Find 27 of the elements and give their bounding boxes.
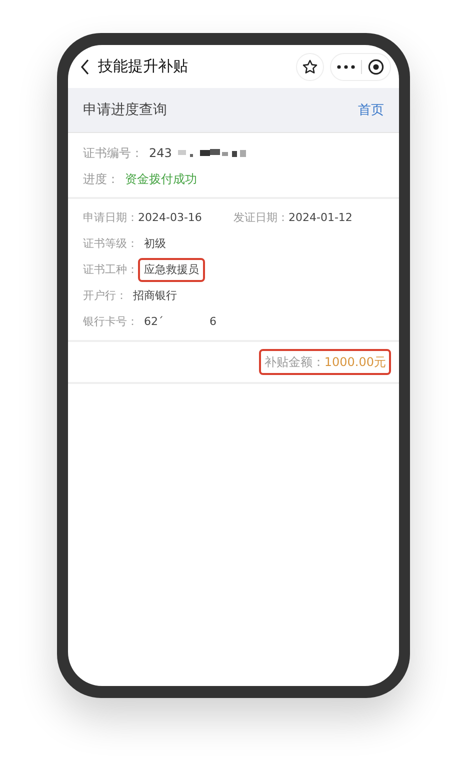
page-title: 技能提升补贴: [98, 57, 189, 76]
field-label: 证书等级：: [83, 236, 138, 252]
field-label: 进度：: [83, 171, 119, 187]
field-value: 243: [149, 145, 172, 161]
field-label: 证书编号：: [83, 145, 143, 161]
field-value: 62´: [144, 315, 164, 328]
amount-value: 1000.00元: [324, 354, 386, 370]
field-value: 招商银行: [133, 289, 177, 302]
field-value: 初级: [144, 237, 166, 250]
back-icon[interactable]: [80, 58, 90, 74]
field-label: 开户行：: [83, 288, 127, 304]
field-label: 申请日期：: [83, 210, 138, 226]
amount-label: 补贴金额：: [264, 354, 324, 370]
field-label: 银行卡号：: [83, 314, 138, 330]
field-value: 资金拨付成功: [125, 171, 197, 187]
more-icon[interactable]: [337, 64, 355, 68]
star-icon: [302, 58, 318, 74]
field-value: 6: [210, 314, 216, 330]
field-value: 应急救援员: [144, 263, 199, 276]
field-value: 2024-01-12: [288, 210, 352, 226]
field-label: 证书工种：: [83, 262, 138, 278]
favorite-button[interactable]: [296, 52, 324, 80]
home-link[interactable]: 首页: [358, 101, 384, 119]
close-icon[interactable]: [368, 58, 384, 74]
section-title: 申请进度查询: [83, 101, 167, 119]
field-value: 2024-03-16: [138, 210, 202, 226]
field-label: 发证日期：: [234, 210, 288, 226]
